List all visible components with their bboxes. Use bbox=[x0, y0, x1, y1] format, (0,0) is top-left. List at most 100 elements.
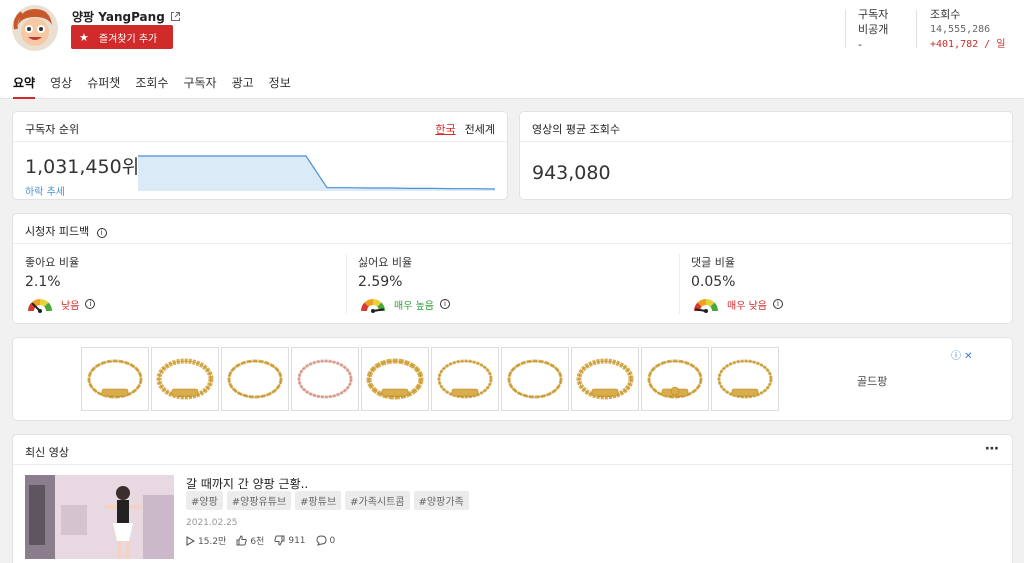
add-favorite-label: 즐겨찾기 추가 bbox=[98, 33, 158, 45]
dislikes-count: 911 bbox=[288, 535, 306, 546]
likes-count: 6천 bbox=[250, 537, 265, 547]
feedback-label: 싫어요 비율 bbox=[358, 256, 413, 269]
comment-ratio: 댓글 비율 0.05% 매우 낮음 i bbox=[691, 254, 783, 313]
hashtag-chip[interactable]: #가족시트콤 bbox=[345, 491, 410, 510]
video-dislikes: 911 bbox=[274, 535, 306, 546]
feedback-value: 0.05% bbox=[691, 274, 736, 290]
ad-product-strip[interactable] bbox=[81, 347, 779, 411]
comments-count: 0 bbox=[329, 535, 336, 546]
subscribers-label: 구독자 bbox=[858, 8, 889, 21]
feedback-value: 2.1% bbox=[25, 274, 61, 290]
subscribers-sub: - bbox=[858, 38, 862, 51]
ad-product-tile[interactable] bbox=[361, 347, 429, 411]
video-comments: 0 bbox=[316, 535, 336, 546]
gauge-icon bbox=[28, 299, 52, 313]
dislike-ratio: 싫어요 비율 2.59% 매우 높음 i bbox=[358, 254, 450, 313]
views-value: 14,555,286 bbox=[930, 24, 991, 35]
gauge-icon bbox=[361, 299, 385, 313]
feedback-rating: 낮음 bbox=[61, 300, 80, 312]
channel-name-text: 양팡 YangPang bbox=[72, 10, 165, 24]
ad-product-tile[interactable] bbox=[641, 347, 709, 411]
sparkline-area bbox=[138, 156, 495, 191]
ad-product-tile[interactable] bbox=[151, 347, 219, 411]
info-icon[interactable]: i bbox=[772, 299, 783, 309]
hashtag-chip[interactable]: #양팡가족 bbox=[413, 491, 469, 510]
ad-product-tile[interactable] bbox=[711, 347, 779, 411]
info-icon[interactable]: i bbox=[85, 299, 96, 309]
hashtag-chip[interactable]: #양팡 bbox=[186, 491, 223, 510]
tab-summary[interactable]: 요약 bbox=[13, 74, 36, 99]
toggle-world[interactable]: 전세계 bbox=[465, 123, 495, 136]
divider bbox=[679, 254, 680, 314]
card-title: 최신 영상 bbox=[25, 446, 69, 459]
hashtag-chip[interactable]: #팡튜브 bbox=[295, 491, 342, 510]
views-label: 조회수 bbox=[930, 8, 961, 21]
tab-info[interactable]: 정보 bbox=[269, 74, 291, 99]
tab-videos[interactable]: 영상 bbox=[50, 74, 72, 99]
video-title[interactable]: 갈 때까지 간 양팡 근황.. bbox=[186, 475, 308, 492]
video-likes: 6천 bbox=[236, 534, 264, 547]
channel-header: 양팡 YangPang ★ 즐겨찾기 추가 구독자 비공개 - 조회수 14,5… bbox=[0, 0, 1024, 99]
divider bbox=[346, 254, 347, 314]
video-stats: 15.2만 6천 911 0 bbox=[186, 534, 335, 547]
hashtag-chip[interactable]: #양팡유튜브 bbox=[226, 491, 292, 510]
like-ratio: 좋아요 비율 2.1% 낮음 i bbox=[25, 254, 96, 313]
bracelet-image bbox=[717, 359, 773, 399]
viewer-feedback-card: 시청자 피드백 i 좋아요 비율 2.1% 낮음 i 싫어요 비율 2.59% … bbox=[12, 213, 1013, 324]
gauge-icon bbox=[694, 299, 718, 313]
info-icon[interactable]: i bbox=[96, 228, 107, 238]
tab-subscribers[interactable]: 구독자 bbox=[183, 74, 216, 99]
card-header: 영상의 평균 조회수 bbox=[520, 112, 1012, 142]
ad-product-tile[interactable] bbox=[501, 347, 569, 411]
feedback-rating: 매우 높음 bbox=[394, 300, 434, 312]
thumbs-up-icon bbox=[236, 535, 247, 546]
external-link-icon[interactable] bbox=[170, 11, 181, 22]
bracelet-image bbox=[297, 359, 353, 399]
card-header: 시청자 피드백 i bbox=[13, 214, 1012, 244]
feedback-rating: 매우 낮음 bbox=[727, 300, 767, 312]
ad-close-icon[interactable]: ⓘ ✕ bbox=[951, 347, 973, 362]
ad-product-tile[interactable] bbox=[571, 347, 639, 411]
ad-banner[interactable]: ⓘ ✕ 골드팡 bbox=[12, 337, 1013, 421]
subscribers-value: 비공개 bbox=[858, 23, 889, 36]
video-views: 15.2만 bbox=[186, 534, 226, 547]
subscriber-rank-card: 구독자 순위 한국 전세계 1,031,450위 하락 추세 bbox=[12, 111, 508, 200]
bracelet-image bbox=[437, 359, 493, 399]
more-options-icon[interactable]: ⋯ bbox=[985, 441, 1000, 457]
ad-product-tile[interactable] bbox=[221, 347, 289, 411]
trend-label: 하락 추세 bbox=[25, 187, 65, 198]
bracelet-image bbox=[156, 358, 214, 400]
ad-product-tile[interactable] bbox=[291, 347, 359, 411]
card-header: 최신 영상 bbox=[13, 435, 1012, 465]
bracelet-image bbox=[647, 359, 703, 399]
info-icon[interactable]: i bbox=[439, 299, 450, 309]
toggle-korea[interactable]: 한국 bbox=[435, 123, 455, 136]
channel-tabs: 요약 영상 슈퍼챗 조회수 구독자 광고 정보 bbox=[13, 74, 306, 99]
feedback-value: 2.59% bbox=[358, 274, 403, 290]
ad-product-tile[interactable] bbox=[81, 347, 149, 411]
comment-icon bbox=[316, 535, 327, 546]
bracelet-image bbox=[507, 359, 563, 399]
rank-value: 1,031,450위 bbox=[25, 156, 140, 178]
add-favorite-button[interactable]: ★ 즐겨찾기 추가 bbox=[71, 25, 173, 49]
bracelet-image bbox=[576, 358, 634, 400]
ad-product-tile[interactable] bbox=[431, 347, 499, 411]
card-title: 시청자 피드백 bbox=[25, 225, 90, 238]
views-count: 15.2만 bbox=[198, 537, 227, 547]
star-icon: ★ bbox=[79, 30, 89, 44]
channel-avatar[interactable] bbox=[12, 5, 58, 51]
ad-brand-name[interactable]: 골드팡 bbox=[857, 373, 887, 389]
channel-name[interactable]: 양팡 YangPang bbox=[72, 8, 181, 25]
feedback-label: 댓글 비율 bbox=[691, 256, 735, 269]
video-thumbnail[interactable] bbox=[25, 475, 174, 559]
latest-video-card: 최신 영상 ⋯ 갈 때까지 간 양팡 근황.. #양팡 #양팡유튜브 #팡튜브 #가족… bbox=[12, 434, 1013, 563]
play-icon bbox=[186, 535, 195, 546]
thumbs-down-icon bbox=[274, 535, 285, 546]
avg-views-value: 943,080 bbox=[532, 162, 611, 184]
subscribers-stat: 구독자 비공개 - bbox=[858, 7, 888, 52]
tab-views[interactable]: 조회수 bbox=[135, 74, 168, 99]
tab-superchat[interactable]: 슈퍼챗 bbox=[87, 74, 120, 99]
tab-ads[interactable]: 광고 bbox=[232, 74, 254, 99]
divider bbox=[845, 10, 846, 48]
bracelet-image bbox=[366, 358, 424, 400]
